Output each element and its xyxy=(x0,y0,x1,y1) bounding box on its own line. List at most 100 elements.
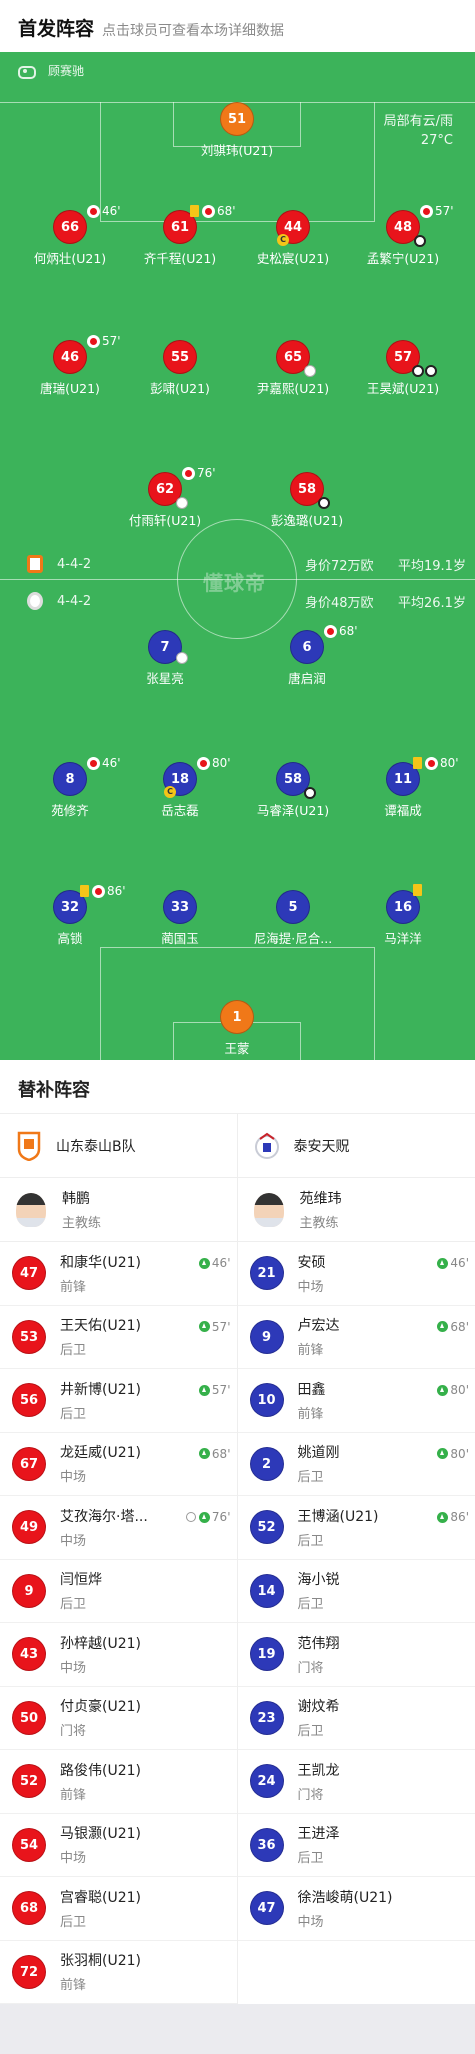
away-substitutes-column: 泰安天贶 苑维玮 主教练 21安硕中场46'9卢宏达前锋68'10田鑫前锋80'… xyxy=(238,1114,475,2004)
substitute-player[interactable]: 23谢炆希后卫 xyxy=(238,1687,475,1751)
player-number: 51 xyxy=(220,102,254,136)
substitute-player[interactable]: 52路俊伟(U21)前锋 xyxy=(0,1750,237,1814)
substitute-player[interactable]: 47和康华(U21)前锋46' xyxy=(0,1242,237,1306)
substitute-player[interactable]: 52王博涵(U21)后卫86' xyxy=(238,1496,475,1560)
home-player[interactable]: 51 刘骐玮(U21) xyxy=(177,102,297,159)
away-player[interactable]: 6 唐启润 68' xyxy=(247,630,367,687)
home-player[interactable]: 55 彭啸(U21) xyxy=(120,340,240,397)
home-team-header[interactable]: 山东泰山B队 xyxy=(0,1114,237,1178)
substitute-player[interactable]: 68宫睿聪(U21)后卫 xyxy=(0,1877,237,1941)
substitute-player[interactable]: 14海小锐后卫 xyxy=(238,1560,475,1624)
player-number: 36 xyxy=(250,1828,284,1862)
player-position: 后卫 xyxy=(298,1530,438,1549)
substitute-player[interactable]: 49艾孜海尔·塔...中场76' xyxy=(0,1496,237,1560)
player-position: 前锋 xyxy=(60,1784,200,1803)
substitute-player[interactable]: 9卢宏达前锋68' xyxy=(238,1306,475,1370)
player-position: 后卫 xyxy=(298,1593,438,1612)
goal-ball-icon xyxy=(425,365,437,377)
substitute-player[interactable]: 10田鑫前锋80' xyxy=(238,1369,475,1433)
player-name: 谢炆希 xyxy=(298,1696,438,1716)
player-name: 宫睿聪(U21) xyxy=(60,1887,200,1907)
sub-on-icon xyxy=(437,1448,448,1459)
player-badges: 80' xyxy=(197,756,231,770)
player-position: 后卫 xyxy=(60,1911,200,1930)
substitutes-section: 替补阵容 山东泰山B队 韩鹏 主教练 47和康华(U21)前锋46'53王天佑(… xyxy=(0,1060,475,2004)
player-number: 56 xyxy=(12,1383,46,1417)
home-player[interactable]: 58 彭逸璐(U21) xyxy=(247,472,367,529)
substitute-player[interactable]: 50付贞豪(U21)门将 xyxy=(0,1687,237,1751)
away-player[interactable]: 16 马洋洋 xyxy=(343,890,463,947)
home-player[interactable]: 66 何炳壮(U21) 46' xyxy=(10,210,130,267)
substitution-icon xyxy=(87,335,100,348)
sub-on-minute: 68' xyxy=(450,1320,469,1334)
lineup-title: 首发阵容 xyxy=(18,14,94,41)
substitute-player[interactable]: 2姚道刚后卫80' xyxy=(238,1433,475,1497)
away-player[interactable]: 33 蔺国玉 xyxy=(120,890,240,947)
substitute-player[interactable]: 47徐浩峻萌(U21)中场 xyxy=(238,1877,475,1941)
player-name: 何炳壮(U21) xyxy=(10,248,130,267)
substitute-player[interactable]: 72张羽桐(U21)前锋 xyxy=(0,1941,237,2005)
player-name: 海小锐 xyxy=(298,1569,438,1589)
player-position: 门将 xyxy=(60,1720,200,1739)
substitute-player[interactable]: 53王天佑(U21)后卫57' xyxy=(0,1306,237,1370)
away-player[interactable]: 7 张星亮 xyxy=(105,630,225,687)
substitute-player[interactable]: 43孙梓越(U21)中场 xyxy=(0,1623,237,1687)
player-number: 55 xyxy=(163,340,197,374)
player-badges: 57' xyxy=(87,334,121,348)
substitute-player[interactable]: 56井新博(U21)后卫57' xyxy=(0,1369,237,1433)
away-player[interactable]: 5 尼海提·尼合... xyxy=(233,890,353,947)
home-player[interactable]: 46 唐瑞(U21) 57' xyxy=(10,340,130,397)
away-player[interactable]: 58 马睿泽(U21) xyxy=(233,762,353,819)
goal-ball-icon xyxy=(412,365,424,377)
player-name: 马银灏(U21) xyxy=(60,1823,200,1843)
away-team-header[interactable]: 泰安天贶 xyxy=(238,1114,475,1178)
substitute-player[interactable]: 9闫恒烨后卫 xyxy=(0,1560,237,1624)
home-player[interactable]: 44 史松宸(U21) C xyxy=(233,210,353,267)
away-avg-age: 平均26.1岁 xyxy=(398,592,466,611)
away-player[interactable]: 8 苑修齐 46' xyxy=(10,762,130,819)
substitute-player[interactable]: 24王凯龙门将 xyxy=(238,1750,475,1814)
home-player[interactable]: 65 尹嘉熙(U21) xyxy=(233,340,353,397)
away-coach[interactable]: 苑维玮 主教练 xyxy=(238,1178,475,1242)
sub-on-icon xyxy=(199,1385,210,1396)
away-player[interactable]: 1 王蒙 xyxy=(177,1000,297,1057)
substitute-player[interactable]: 21安硕中场46' xyxy=(238,1242,475,1306)
sub-on-indicator: 46' xyxy=(437,1256,469,1270)
player-position: 前锋 xyxy=(60,1974,200,1993)
away-player[interactable]: 18 岳志磊 80' C xyxy=(120,762,240,819)
home-player[interactable]: 61 齐千程(U21) 68' xyxy=(120,210,240,267)
sub-minute: 57' xyxy=(102,334,121,348)
home-player[interactable]: 62 付雨轩(U21) 76' xyxy=(105,472,225,529)
player-number: 8 xyxy=(53,762,87,796)
home-player[interactable]: 57 王昊斌(U21) xyxy=(343,340,463,397)
player-name: 苑修齐 xyxy=(10,800,130,819)
goal-ball-icon xyxy=(318,497,330,509)
referee-name: 顾赛驰 xyxy=(48,62,84,79)
player-name: 尼海提·尼合... xyxy=(233,928,353,947)
player-number: 66 xyxy=(53,210,87,244)
player-position: 门将 xyxy=(298,1657,438,1676)
coach-role: 主教练 xyxy=(62,1212,101,1231)
player-badges xyxy=(413,884,425,896)
yellow-card-icon xyxy=(413,757,422,769)
away-team-crest-icon xyxy=(27,592,43,610)
sub-minute: 57' xyxy=(435,204,454,218)
player-name: 尹嘉熙(U21) xyxy=(233,378,353,397)
home-coach[interactable]: 韩鹏 主教练 xyxy=(0,1178,237,1242)
away-player[interactable]: 32 高锁 86' xyxy=(10,890,130,947)
substitute-player[interactable]: 54马银灏(U21)中场 xyxy=(0,1814,237,1878)
away-team-name: 泰安天贶 xyxy=(294,1136,350,1156)
home-player[interactable]: 48 孟繁宁(U21) 57' xyxy=(343,210,463,267)
coach-name: 韩鹏 xyxy=(62,1188,101,1208)
away-player[interactable]: 11 谭福成 80' xyxy=(343,762,463,819)
substitution-icon xyxy=(197,757,210,770)
substitute-player[interactable]: 19范伟翔门将 xyxy=(238,1623,475,1687)
sub-minute: 76' xyxy=(197,466,216,480)
substitute-player[interactable]: 36王进泽后卫 xyxy=(238,1814,475,1878)
player-position: 后卫 xyxy=(298,1847,438,1866)
player-name: 安硕 xyxy=(298,1252,438,1272)
sub-minute: 46' xyxy=(102,204,121,218)
substitute-player[interactable]: 67龙廷威(U21)中场68' xyxy=(0,1433,237,1497)
player-name: 付雨轩(U21) xyxy=(105,510,225,529)
player-name: 王凯龙 xyxy=(298,1760,438,1780)
